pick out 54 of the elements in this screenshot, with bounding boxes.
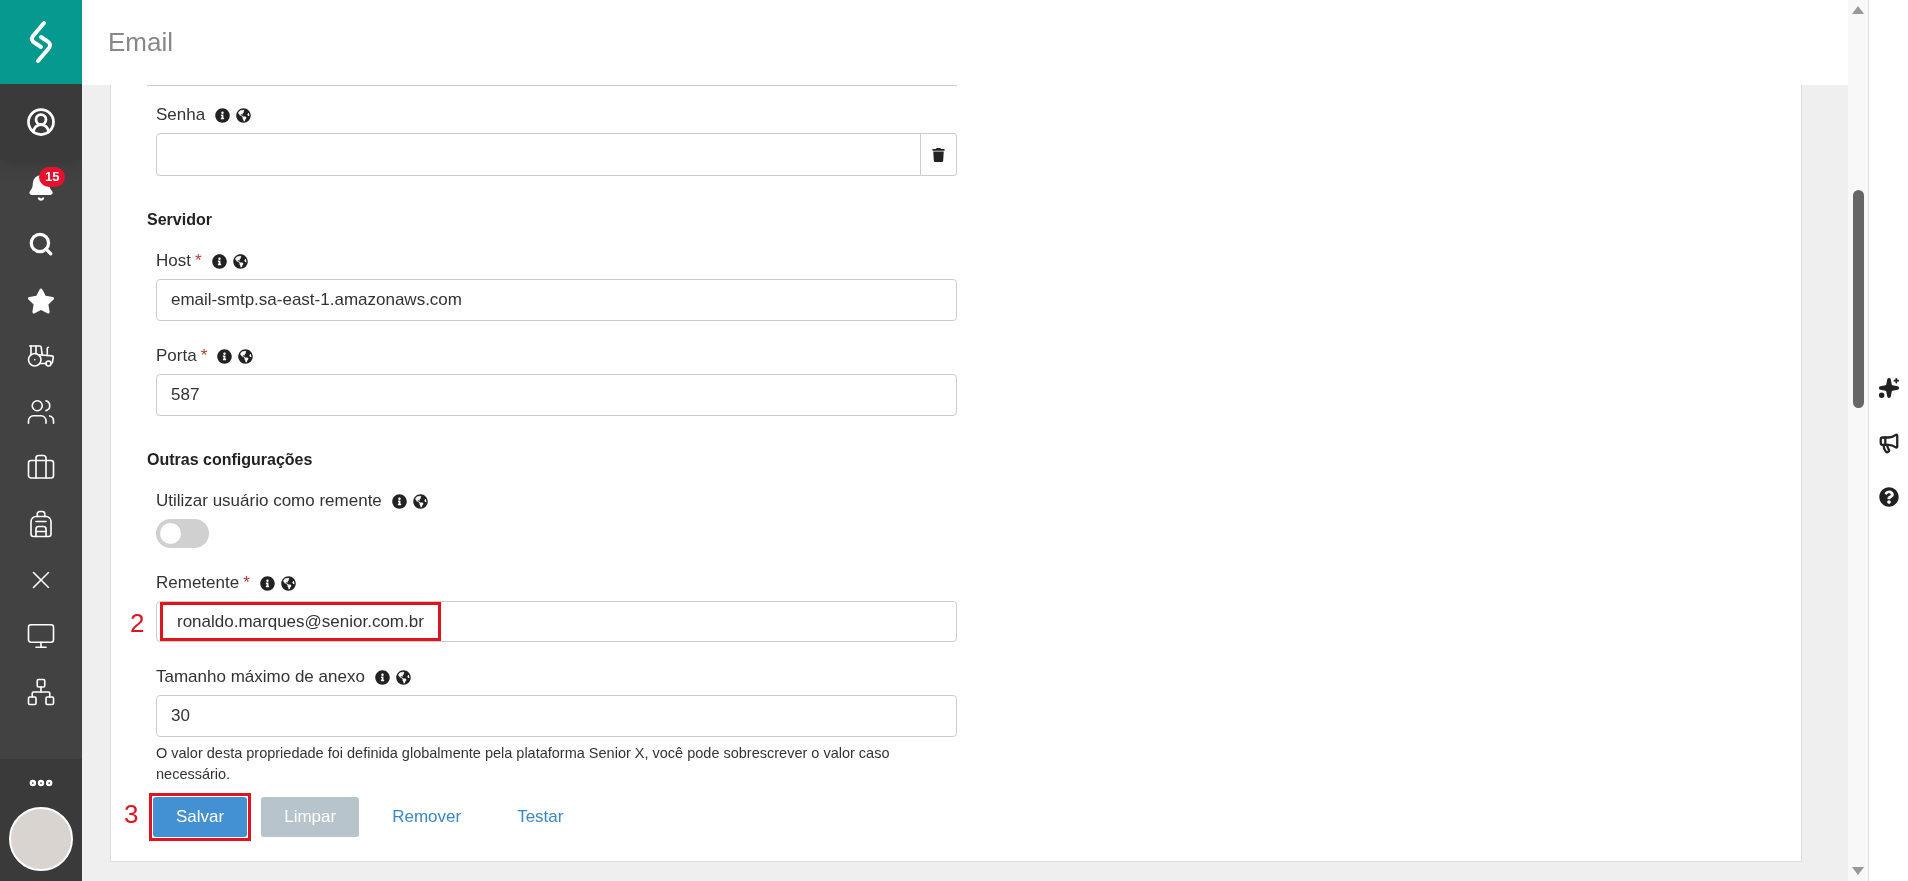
delete-button[interactable]	[921, 133, 957, 176]
globe-icon[interactable]	[280, 575, 296, 591]
field-label: Tamanho máximo de anexo	[156, 666, 365, 689]
field-label: Senha	[156, 104, 206, 127]
password-field[interactable]	[156, 133, 921, 176]
scrollbar[interactable]	[1848, 0, 1868, 881]
scroll-down-icon[interactable]	[1852, 867, 1864, 875]
info-icon[interactable]	[391, 493, 407, 509]
step-number: 3	[124, 801, 139, 827]
info-icon[interactable]	[259, 575, 275, 591]
required-asterisk: *	[243, 572, 250, 595]
globe-icon[interactable]	[412, 493, 428, 509]
field-label: Porta	[156, 345, 197, 368]
info-icon[interactable]	[211, 253, 227, 269]
link-button[interactable]: Remover	[369, 797, 485, 837]
search-icon[interactable]	[28, 231, 54, 257]
toggle-switch[interactable]	[156, 519, 209, 548]
info-icon[interactable]	[217, 348, 233, 364]
globe-icon[interactable]	[232, 253, 248, 269]
logo-tile[interactable]	[0, 0, 82, 84]
input-field[interactable]: 587	[156, 374, 957, 416]
help-text: O valor desta propriedade foi definida globalmente pela plataforma Senior X, você pode sobrescrever o valor caso necessário.	[156, 744, 891, 784]
people-icon[interactable]	[25, 397, 57, 427]
star-icon[interactable]	[27, 287, 55, 315]
avatar[interactable]	[9, 807, 73, 871]
notification-badge: 15	[39, 167, 66, 187]
section-heading: Servidor	[147, 210, 213, 230]
sparkles-icon[interactable]	[1877, 377, 1900, 399]
help-icon[interactable]	[1878, 487, 1899, 507]
field-label: Remetente	[156, 572, 240, 595]
highlighted-value: ronaldo.marques@senior.com.br	[160, 602, 441, 641]
link-button[interactable]: Testar	[494, 797, 587, 837]
info-icon[interactable]	[374, 669, 390, 685]
monitor-icon[interactable]	[25, 621, 57, 651]
scroll-up-icon[interactable]	[1852, 6, 1864, 14]
field-label: Host	[156, 250, 191, 273]
scrollbar-thumb[interactable]	[1852, 190, 1864, 408]
required-asterisk: *	[194, 250, 202, 273]
step-number: 2	[130, 610, 145, 636]
globe-icon[interactable]	[236, 107, 252, 123]
input-field[interactable]: ronaldo.marques@senior.com.br	[156, 601, 957, 642]
required-asterisk: *	[200, 345, 208, 368]
globe-icon[interactable]	[395, 669, 411, 685]
trash-icon	[932, 147, 945, 162]
input-field[interactable]: email-smtp.sa-east-1.amazonaws.com	[156, 279, 957, 321]
globe-icon[interactable]	[238, 348, 254, 364]
megaphone-icon[interactable]	[1877, 432, 1900, 454]
info-icon[interactable]	[215, 107, 231, 123]
section-heading: Outras configurações	[147, 450, 314, 470]
user-icon[interactable]	[26, 107, 56, 137]
page-title: Email	[108, 26, 173, 59]
field-label: Utilizar usuário como remente	[156, 490, 382, 513]
hierarchy-icon[interactable]	[25, 677, 57, 707]
input-field[interactable]: 30	[156, 695, 957, 737]
